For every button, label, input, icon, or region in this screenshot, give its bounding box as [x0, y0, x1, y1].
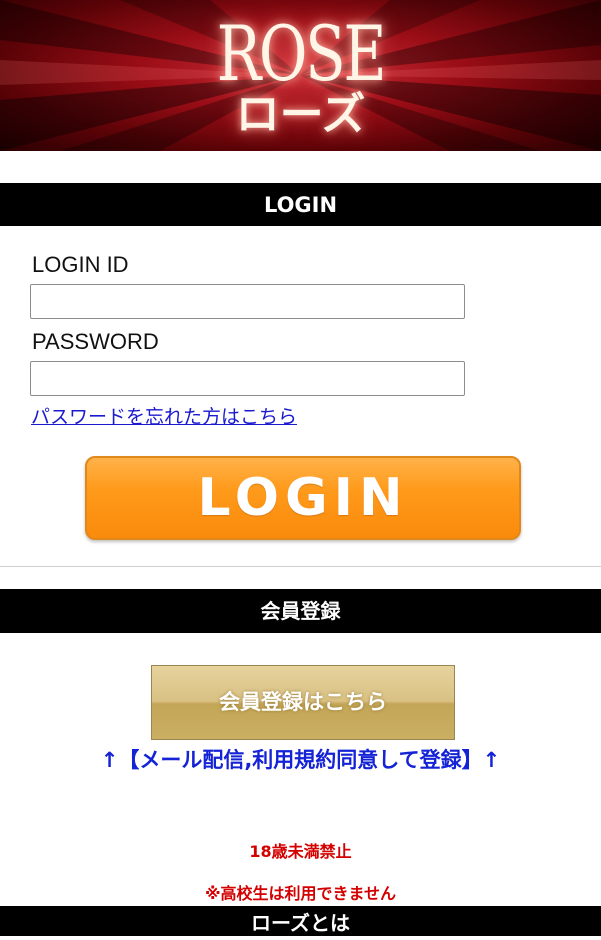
age-restriction-notice: 18歳未満禁止 — [249, 842, 352, 861]
login-button[interactable]: LOGIN — [85, 456, 521, 540]
member-registration-header: 会員登録 — [0, 589, 601, 633]
logo-en: ROSE — [216, 9, 387, 98]
logo-ja: ローズ — [235, 89, 366, 140]
about-section-header: ローズとは — [0, 906, 601, 936]
register-button[interactable]: 会員登録はこちら — [151, 665, 455, 740]
consent-note: ↑【メール配信,利用規約同意して登録】↑ — [100, 748, 501, 772]
section-divider — [0, 566, 601, 567]
login-id-label: LOGIN ID — [32, 252, 129, 277]
header-banner: ROSE ローズ — [0, 0, 601, 151]
student-restriction-notice: ※高校生は利用できません — [204, 884, 397, 903]
forgot-password-link[interactable]: パスワードを忘れた方はこちら — [31, 402, 297, 429]
login-id-input[interactable] — [30, 284, 465, 319]
login-section-header: LOGIN — [0, 183, 601, 226]
password-label: PASSWORD — [32, 329, 159, 354]
password-input[interactable] — [30, 361, 465, 396]
